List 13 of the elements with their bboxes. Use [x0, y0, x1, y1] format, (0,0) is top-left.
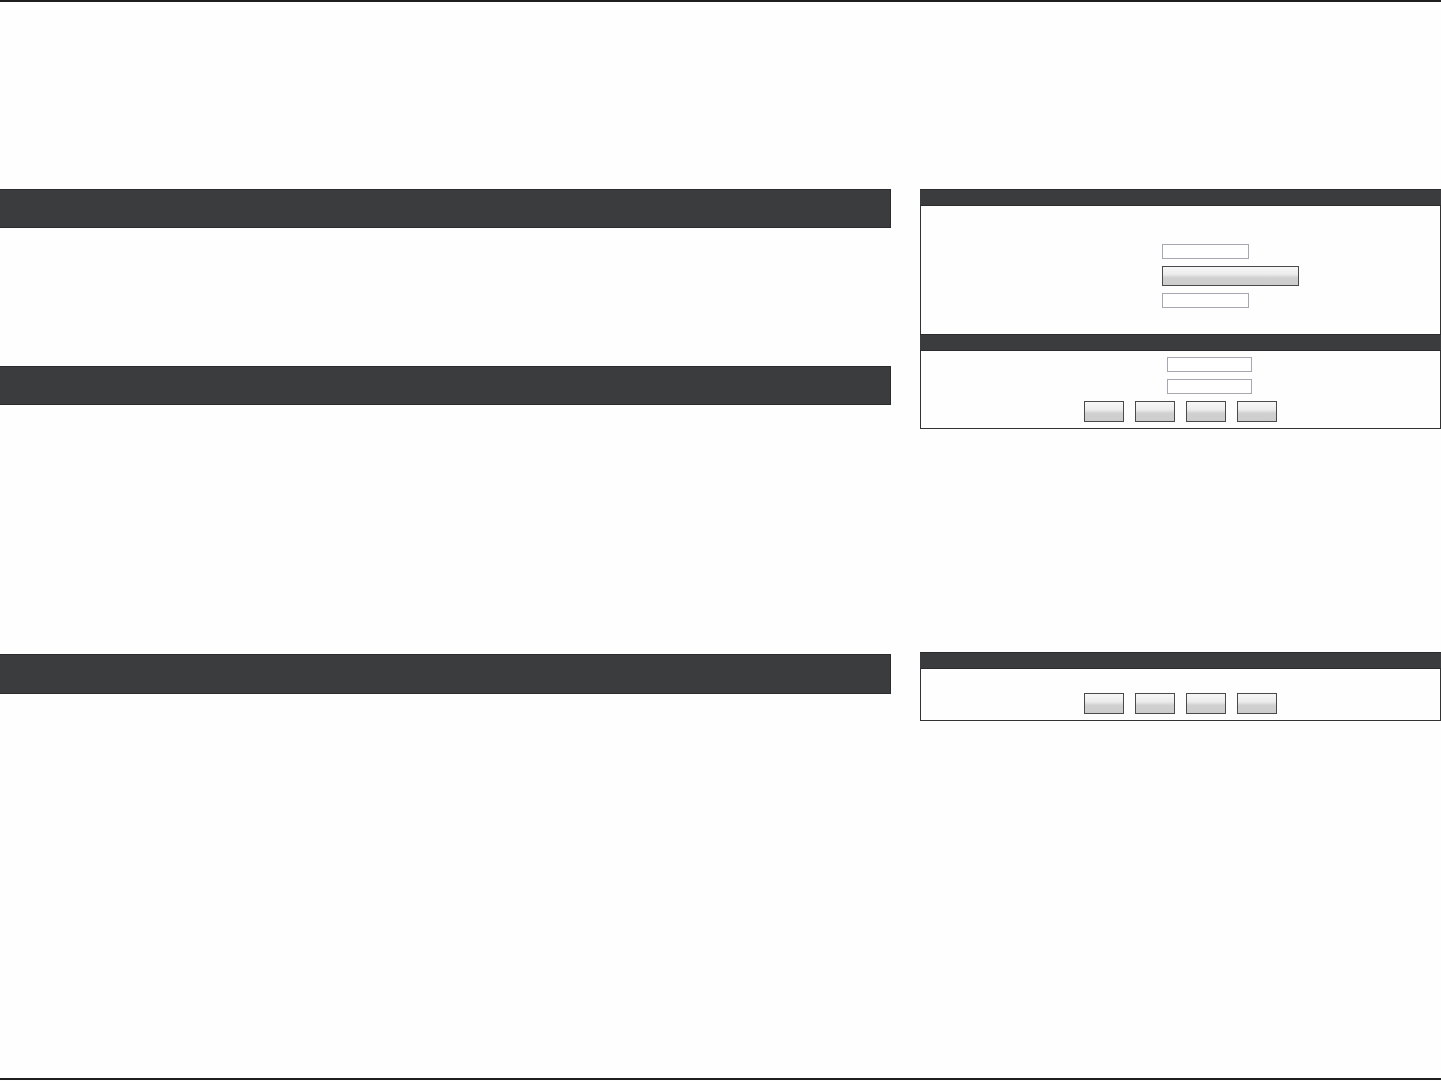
- input-field[interactable]: [1162, 293, 1249, 308]
- input-field[interactable]: [1167, 357, 1252, 372]
- input-field[interactable]: [1162, 244, 1249, 259]
- blank-button[interactable]: [1084, 401, 1124, 422]
- blank-button[interactable]: [1135, 401, 1175, 422]
- wide-button[interactable]: [1162, 266, 1299, 286]
- blank-button[interactable]: [1186, 401, 1226, 422]
- input-field[interactable]: [1167, 379, 1252, 394]
- blank-button[interactable]: [1237, 693, 1277, 714]
- blank-button[interactable]: [1186, 693, 1226, 714]
- blank-button[interactable]: [1237, 401, 1277, 422]
- blank-button[interactable]: [1135, 693, 1175, 714]
- blank-button[interactable]: [1084, 693, 1124, 714]
